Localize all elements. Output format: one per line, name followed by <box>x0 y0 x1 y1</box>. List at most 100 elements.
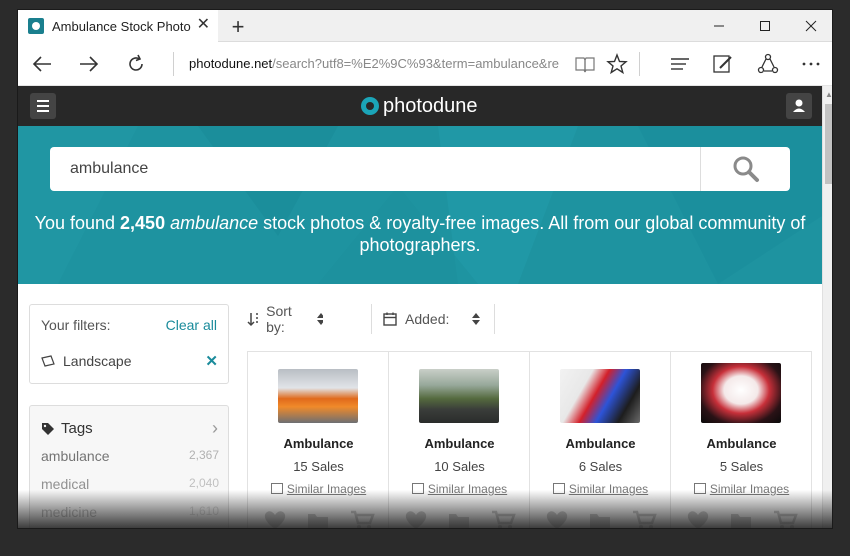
share-icon[interactable] <box>756 52 780 76</box>
search-icon <box>733 156 759 182</box>
tab-title: Ambulance Stock Photo <box>52 18 191 34</box>
more-menu-icon[interactable] <box>799 52 823 76</box>
reading-view-icon[interactable] <box>573 52 597 76</box>
results-summary: You found 2,450 ambulance stock photos &… <box>34 213 806 255</box>
similar-images-link[interactable]: Similar Images <box>389 482 530 496</box>
landscape-orientation-icon <box>41 355 55 367</box>
filter-label: Landscape <box>63 353 132 369</box>
forward-arrow-icon[interactable] <box>77 52 101 76</box>
added-updown-icon <box>472 313 481 325</box>
tag-item[interactable]: ambulance 2,367 <box>41 448 219 464</box>
tags-header[interactable]: Tags <box>41 420 93 437</box>
tab-close-icon[interactable]: ✕ <box>197 17 210 33</box>
address-toolbar: photodune.net/search?utf8=%E2%9C%93&term… <box>18 42 832 86</box>
cart-icon[interactable] <box>350 509 376 529</box>
photodune-logo-icon <box>361 97 379 115</box>
result-sales: 10 Sales <box>434 459 485 474</box>
address-bar[interactable]: photodune.net/search?utf8=%E2%9C%93&term… <box>189 56 559 71</box>
site-header: photodune <box>18 86 822 126</box>
results-grid: Ambulance 15 Sales Similar Images Ambula… <box>247 351 812 529</box>
cart-icon[interactable] <box>632 509 658 529</box>
tab-bar: Ambulance Stock Photo ✕ + <box>18 10 832 42</box>
toolbar-divider <box>639 52 640 76</box>
result-thumbnail[interactable] <box>278 369 358 423</box>
cart-icon[interactable] <box>773 509 799 529</box>
result-card: Ambulance 10 Sales Similar Images <box>389 352 530 529</box>
tag-item[interactable]: medical 2,040 <box>41 476 219 492</box>
refresh-icon[interactable] <box>124 52 148 76</box>
hamburger-menu-icon[interactable] <box>30 93 56 119</box>
result-card: Ambulance 6 Sales Similar Images <box>530 352 671 529</box>
similar-images-link[interactable]: Similar Images <box>530 482 671 496</box>
result-title[interactable]: Ambulance <box>389 436 530 451</box>
result-sales: 5 Sales <box>719 459 764 474</box>
calendar-icon <box>383 312 397 326</box>
maximize-icon[interactable] <box>742 10 788 42</box>
back-arrow-icon[interactable] <box>30 52 54 76</box>
result-thumbnail[interactable] <box>419 369 499 423</box>
page-scrollbar[interactable]: ▲ <box>822 86 832 528</box>
result-thumbnail[interactable] <box>701 363 781 423</box>
clear-all-link[interactable]: Clear all <box>166 317 217 333</box>
result-title[interactable]: Ambulance <box>248 436 389 451</box>
new-tab-icon[interactable]: + <box>226 14 250 40</box>
sort-dropdown[interactable]: Sort by: <box>247 303 323 335</box>
folder-icon[interactable] <box>588 509 614 529</box>
photodune-favicon-icon <box>28 18 44 34</box>
result-card: Ambulance 5 Sales Similar Images <box>671 352 812 529</box>
cart-icon[interactable] <box>491 509 517 529</box>
result-sales: 6 Sales <box>578 459 623 474</box>
results-count: 2,450 <box>120 213 166 233</box>
user-account-icon[interactable] <box>786 93 812 119</box>
url-host: photodune.net <box>189 56 273 71</box>
scroll-up-icon[interactable]: ▲ <box>825 90 832 99</box>
heart-icon[interactable] <box>403 509 429 529</box>
address-divider <box>173 52 174 76</box>
tags-panel: Tags › ambulance 2,367 medical 2,040 medic… <box>29 405 229 528</box>
result-sales: 15 Sales <box>293 459 344 474</box>
remove-filter-icon[interactable]: ✕ <box>205 352 218 370</box>
heart-icon[interactable] <box>544 509 570 529</box>
result-actions <box>403 509 517 529</box>
hub-icon[interactable] <box>668 52 692 76</box>
result-title[interactable]: Ambulance <box>671 436 812 451</box>
similar-images-link[interactable]: Similar Images <box>671 482 812 496</box>
minimize-icon[interactable] <box>696 10 742 42</box>
search-input[interactable] <box>70 147 670 191</box>
filter-landscape: Landscape <box>41 353 132 369</box>
chevron-right-icon[interactable]: › <box>212 418 218 439</box>
result-card: Ambulance 15 Sales Similar Images <box>248 352 389 529</box>
filters-label: Your filters: <box>41 317 111 333</box>
logo-text: photodune <box>383 94 478 117</box>
folder-icon[interactable] <box>447 509 473 529</box>
folder-icon[interactable] <box>306 509 332 529</box>
search-box <box>50 147 790 191</box>
result-actions <box>544 509 658 529</box>
search-term: ambulance <box>170 213 259 233</box>
heart-icon[interactable] <box>262 509 288 529</box>
browser-tab[interactable]: Ambulance Stock Photo ✕ <box>18 10 218 42</box>
results-area: Your filters: Clear all Landscape ✕ Tags… <box>18 284 822 529</box>
result-title[interactable]: Ambulance <box>530 436 671 451</box>
result-actions <box>685 509 799 529</box>
result-thumbnail[interactable] <box>560 369 640 423</box>
site-logo[interactable]: photodune <box>361 94 478 118</box>
added-dropdown[interactable]: Added: <box>383 304 481 334</box>
tag-icon <box>42 422 54 435</box>
heart-icon[interactable] <box>685 509 711 529</box>
folder-icon[interactable] <box>729 509 755 529</box>
sort-updown-icon <box>316 313 323 325</box>
close-window-icon[interactable] <box>788 10 832 42</box>
url-path: /search?utf8=%E2%9C%93&term=ambulance&re <box>272 56 559 71</box>
favorite-star-icon[interactable] <box>605 52 629 76</box>
similar-images-link[interactable]: Similar Images <box>248 482 389 496</box>
filters-panel: Your filters: Clear all Landscape ✕ <box>29 304 229 384</box>
search-hero: You found 2,450 ambulance stock photos &… <box>18 126 822 284</box>
web-note-icon[interactable] <box>711 52 735 76</box>
result-actions <box>262 509 376 529</box>
tag-item[interactable]: medicine 1,610 <box>41 504 219 520</box>
scroll-thumb[interactable] <box>825 104 832 184</box>
browser-window: Ambulance Stock Photo ✕ + photodune.net/… <box>17 9 833 529</box>
search-button[interactable] <box>700 147 790 191</box>
sort-icon <box>247 313 259 327</box>
